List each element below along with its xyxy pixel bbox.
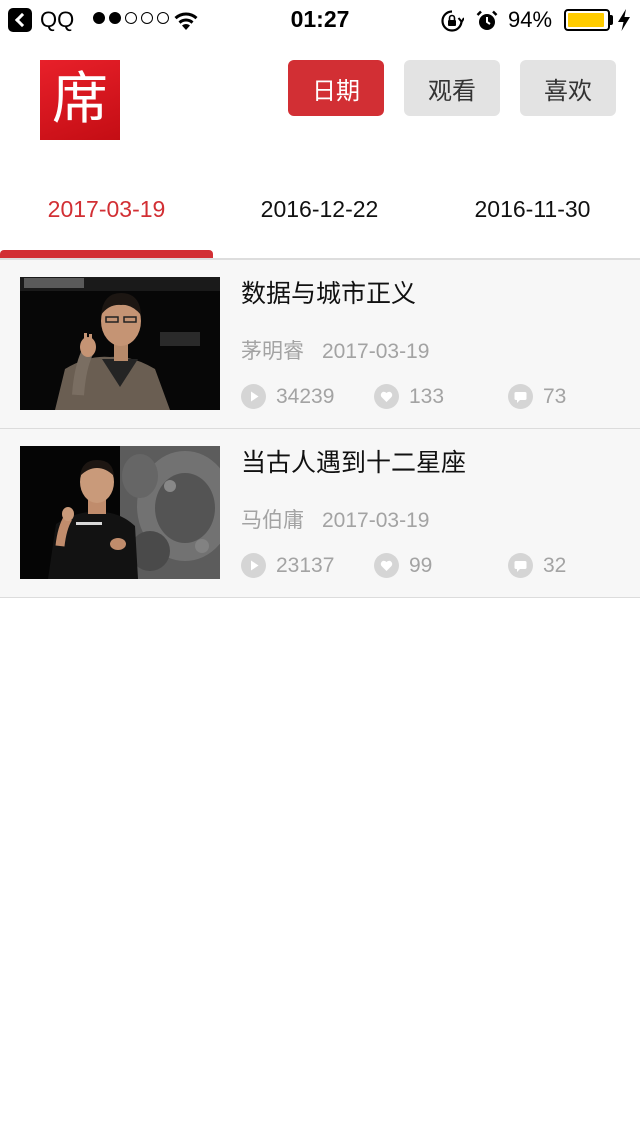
video-meta: 马伯庸 2017-03-19: [241, 504, 429, 534]
video-date: 2017-03-19: [322, 340, 430, 363]
play-icon: [241, 553, 266, 578]
comment-count[interactable]: 73: [508, 384, 566, 409]
view-count-value: 23137: [276, 553, 335, 577]
comment-count-value: 73: [543, 384, 567, 408]
sort-by-views-button[interactable]: 观看: [404, 60, 500, 116]
sort-by-likes-button[interactable]: 喜欢: [520, 60, 616, 116]
heart-icon: [374, 384, 399, 409]
charging-bolt-icon: [618, 9, 630, 31]
app-logo: 席: [40, 60, 120, 140]
rotation-lock-icon: [441, 10, 464, 32]
tab-date-1[interactable]: 2017-03-19: [0, 196, 213, 223]
battery-tip: [610, 15, 613, 25]
battery-icon: [564, 9, 610, 31]
view-count: 23137: [241, 553, 334, 578]
video-thumbnail[interactable]: [20, 446, 220, 579]
speaker-name: 马伯庸: [241, 508, 304, 532]
like-count-value: 99: [409, 553, 433, 577]
active-tab-indicator: [0, 250, 213, 258]
tab-date-3[interactable]: 2016-11-30: [426, 196, 639, 223]
like-count-value: 133: [409, 384, 445, 408]
list-item[interactable]: 当古人遇到十二星座 马伯庸 2017-03-19 23137 99 32: [0, 429, 640, 598]
sort-by-date-button[interactable]: 日期: [288, 60, 384, 116]
list-item[interactable]: 数据与城市正义 茅明睿 2017-03-19 34239 133 73: [0, 260, 640, 429]
comment-icon: [508, 553, 533, 578]
comment-icon: [508, 384, 533, 409]
video-title[interactable]: 当古人遇到十二星座: [241, 443, 466, 479]
heart-icon: [374, 553, 399, 578]
view-count: 34239: [241, 384, 334, 409]
speaker-name: 茅明睿: [241, 339, 304, 363]
video-title[interactable]: 数据与城市正义: [241, 274, 416, 310]
like-count[interactable]: 99: [374, 553, 432, 578]
date-tabs: 2017-03-19 2016-12-22 2016-11-30: [0, 160, 640, 260]
comment-count[interactable]: 32: [508, 553, 566, 578]
tab-date-2[interactable]: 2016-12-22: [213, 196, 426, 223]
video-thumbnail[interactable]: [20, 277, 220, 410]
battery-level: [568, 13, 604, 27]
video-date: 2017-03-19: [322, 509, 430, 532]
video-list: 数据与城市正义 茅明睿 2017-03-19 34239 133 73 当古人遇…: [0, 260, 640, 598]
logo-character: 席: [52, 67, 108, 132]
play-icon: [241, 384, 266, 409]
comment-count-value: 32: [543, 553, 567, 577]
video-meta: 茅明睿 2017-03-19: [241, 335, 429, 365]
alarm-icon: [476, 10, 498, 30]
like-count[interactable]: 133: [374, 384, 444, 409]
battery-percentage: 94%: [508, 7, 553, 32]
status-bar: QQ 01:27 94%: [0, 0, 640, 40]
view-count-value: 34239: [276, 384, 335, 408]
